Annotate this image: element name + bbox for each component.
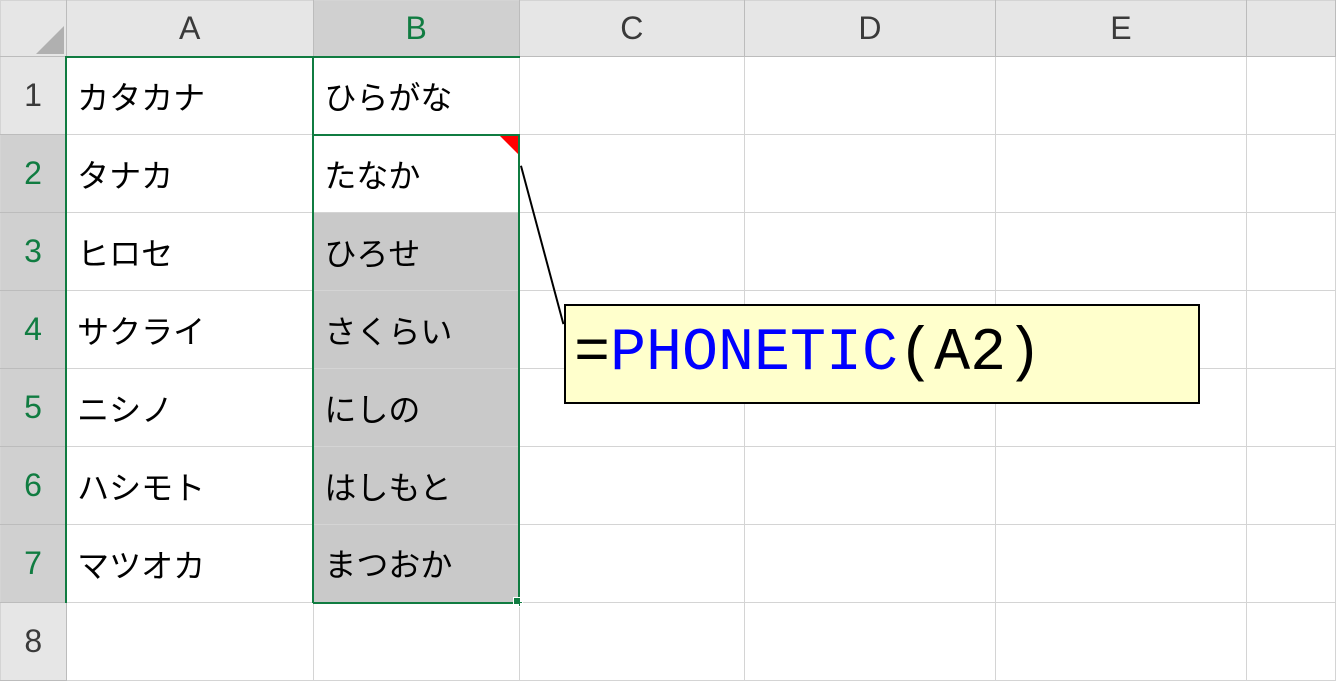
col-header-B[interactable]: B [313, 1, 519, 57]
cell-B2-value: たなか [324, 158, 420, 194]
cell-D7[interactable] [744, 525, 995, 603]
formula-open-paren: ( [898, 320, 934, 388]
cell-B4[interactable]: さくらい [313, 291, 519, 369]
cell-A5[interactable]: ニシノ [66, 369, 313, 447]
cell-F6[interactable] [1246, 447, 1335, 525]
cell-F4[interactable] [1246, 291, 1335, 369]
select-all-corner[interactable] [1, 1, 67, 57]
cell-E7[interactable] [995, 525, 1246, 603]
cell-F7[interactable] [1246, 525, 1335, 603]
cell-A7[interactable]: マツオカ [66, 525, 313, 603]
cell-F2[interactable] [1246, 135, 1335, 213]
col-header-E[interactable]: E [995, 1, 1246, 57]
cell-A1[interactable]: カタカナ [66, 57, 313, 135]
cell-C8[interactable] [519, 603, 744, 681]
cell-E3[interactable] [995, 213, 1246, 291]
cell-E2[interactable] [995, 135, 1246, 213]
cell-C2[interactable] [519, 135, 744, 213]
cell-F3[interactable] [1246, 213, 1335, 291]
formula-callout: =PHONETIC(A2) [564, 304, 1200, 404]
cell-F5[interactable] [1246, 369, 1335, 447]
row-header-4[interactable]: 4 [1, 291, 67, 369]
comment-indicator-icon[interactable] [500, 136, 518, 154]
row-header-5[interactable]: 5 [1, 369, 67, 447]
cell-D1[interactable] [744, 57, 995, 135]
formula-close-paren: ) [1006, 320, 1042, 388]
row-header-2[interactable]: 2 [1, 135, 67, 213]
formula-function-name: PHONETIC [610, 320, 898, 388]
cell-B3[interactable]: ひろせ [313, 213, 519, 291]
cell-E6[interactable] [995, 447, 1246, 525]
cell-B5[interactable]: にしの [313, 369, 519, 447]
cell-B8[interactable] [313, 603, 519, 681]
cell-C3[interactable] [519, 213, 744, 291]
cell-C1[interactable] [519, 57, 744, 135]
row-header-7[interactable]: 7 [1, 525, 67, 603]
cell-D3[interactable] [744, 213, 995, 291]
formula-reference: A2 [934, 320, 1006, 388]
cell-B1[interactable]: ひらがな [313, 57, 519, 135]
cell-A6[interactable]: ハシモト [66, 447, 313, 525]
row-header-6[interactable]: 6 [1, 447, 67, 525]
cell-A3[interactable]: ヒロセ [66, 213, 313, 291]
col-header-A[interactable]: A [66, 1, 313, 57]
col-header-C[interactable]: C [519, 1, 744, 57]
col-header-D[interactable]: D [744, 1, 995, 57]
cell-B6[interactable]: はしもと [313, 447, 519, 525]
formula-equals: = [574, 320, 610, 388]
cell-A2[interactable]: タナカ [66, 135, 313, 213]
cell-A8[interactable] [66, 603, 313, 681]
cell-D2[interactable] [744, 135, 995, 213]
row-header-3[interactable]: 3 [1, 213, 67, 291]
cell-E1[interactable] [995, 57, 1246, 135]
cell-C7[interactable] [519, 525, 744, 603]
cell-B2[interactable]: たなか [313, 135, 519, 213]
col-header-extra[interactable] [1246, 1, 1335, 57]
cell-D6[interactable] [744, 447, 995, 525]
row-header-1[interactable]: 1 [1, 57, 67, 135]
cell-A4[interactable]: サクライ [66, 291, 313, 369]
cell-B7[interactable]: まつおか [313, 525, 519, 603]
cell-E8[interactable] [995, 603, 1246, 681]
cell-C6[interactable] [519, 447, 744, 525]
cell-B7-value: まつおか [324, 547, 452, 583]
cell-F8[interactable] [1246, 603, 1335, 681]
cell-F1[interactable] [1246, 57, 1335, 135]
cell-D8[interactable] [744, 603, 995, 681]
row-header-8[interactable]: 8 [1, 603, 67, 681]
